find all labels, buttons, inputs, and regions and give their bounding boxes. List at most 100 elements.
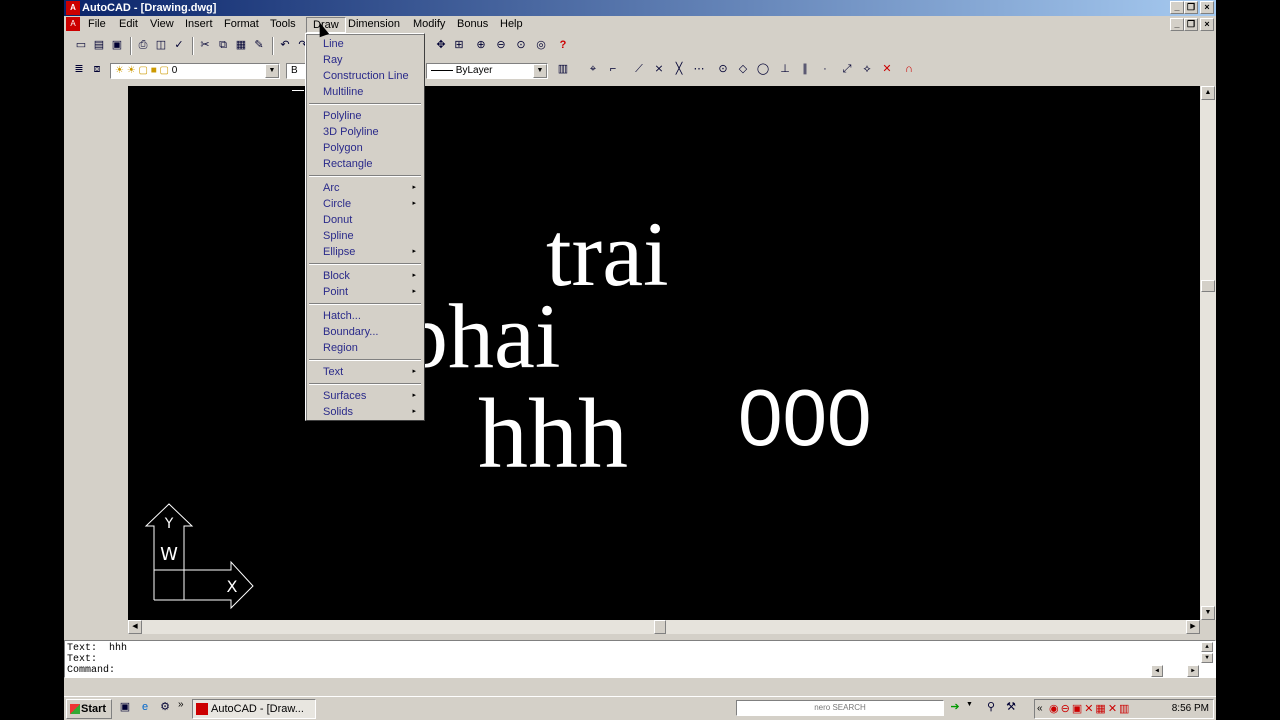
draw-menu-item-ray[interactable]: Ray (308, 52, 422, 68)
save-icon[interactable]: ▣ (108, 37, 126, 55)
horizontal-scrollbar[interactable]: ◀ ▶ (128, 620, 1200, 634)
vertical-scroll-thumb[interactable] (1201, 280, 1215, 292)
snap-perpendicular-icon[interactable]: ⊥ (776, 61, 794, 79)
snap-settings-icon[interactable]: ∩ (900, 61, 918, 79)
layers-icon[interactable]: ≣ (70, 61, 88, 79)
snap-quick-icon[interactable]: ⟡ (858, 61, 876, 79)
snap-quadrant-icon[interactable]: ◇ (734, 61, 752, 79)
menu-dimension[interactable]: Dimension (342, 17, 406, 33)
spellcheck-icon[interactable]: ✓ (170, 37, 188, 55)
zoom-previous-icon[interactable]: ⊖ (492, 37, 510, 55)
draw-menu-item-multiline[interactable]: Multiline (308, 84, 422, 100)
layer-combo[interactable]: ☀ ☀ ▢ ■ ▢ 0 ▼ (110, 63, 280, 79)
draw-menu-item-arc[interactable]: Arc ▸ (308, 180, 422, 196)
snap-from-icon[interactable]: ⌖ (584, 61, 602, 79)
cmd-scroll-down-icon[interactable]: ▼ (1201, 653, 1213, 663)
cut-icon[interactable]: ✂ (196, 37, 214, 55)
draw-menu-item-donut[interactable]: Donut (308, 212, 422, 228)
draw-menu-item-3d-polyline[interactable]: 3D Polyline (308, 124, 422, 140)
chevron-down-icon[interactable]: ▼ (533, 64, 547, 78)
desktop-icon[interactable]: ▣ (116, 699, 134, 717)
doc-restore-button[interactable]: ❐ (1184, 18, 1198, 31)
lineweight-icon[interactable]: ▥ (554, 61, 572, 79)
copy-icon[interactable]: ⧉ (214, 37, 232, 55)
zoom-realtime-icon[interactable]: ⊕ (472, 37, 490, 55)
drawing-canvas[interactable]: trai phai hhh 000 Y W X (128, 86, 1200, 620)
new-icon[interactable]: ▭ (72, 37, 90, 55)
minimize-button[interactable]: _ (1170, 1, 1184, 14)
paste-icon[interactable]: ▦ (232, 37, 250, 55)
snap-parallel-icon[interactable]: ∥ (796, 61, 814, 79)
chevron-down-icon[interactable]: ▼ (265, 64, 279, 78)
match-properties-icon[interactable]: ✎ (250, 37, 268, 55)
snap-none-icon[interactable]: ✕ (878, 61, 896, 79)
zoom-extents-icon[interactable]: ⊙ (512, 37, 530, 55)
draw-menu-item-region[interactable]: Region (308, 340, 422, 356)
draw-menu-item-rectangle[interactable]: Rectangle (308, 156, 422, 172)
start-button[interactable]: Start (66, 699, 112, 719)
pan-icon[interactable]: ✥ (432, 37, 450, 55)
cmd-scroll-left-icon[interactable]: ◀ (1151, 665, 1163, 677)
menu-insert[interactable]: Insert (179, 17, 219, 33)
make-current-icon[interactable]: ⧈ (88, 61, 106, 79)
scroll-left-icon[interactable]: ◀ (128, 620, 142, 634)
draw-menu-item-hatch[interactable]: Hatch... (308, 308, 422, 324)
scroll-right-icon[interactable]: ▶ (1186, 620, 1200, 634)
go-icon[interactable]: ➔ (946, 699, 964, 717)
text-object-phai[interactable]: phai (402, 290, 560, 382)
text-object-000[interactable]: 000 (738, 378, 871, 458)
cmd-scroll-right-icon[interactable]: ▶ (1187, 665, 1199, 677)
draw-menu-item-spline[interactable]: Spline (308, 228, 422, 244)
doc-close-button[interactable]: × (1200, 18, 1214, 31)
tray-expand-icon[interactable]: « (1037, 703, 1043, 714)
menu-bonus[interactable]: Bonus (451, 17, 494, 33)
menu-modify[interactable]: Modify (407, 17, 451, 33)
snap-tangent-icon[interactable]: ◯ (754, 61, 772, 79)
quicklaunch-icon[interactable]: ⚙ (156, 699, 174, 717)
draw-menu-item-polygon[interactable]: Polygon (308, 140, 422, 156)
menu-file[interactable]: File (82, 17, 112, 33)
snap-node-icon[interactable]: · (816, 61, 834, 79)
menu-help[interactable]: Help (494, 17, 529, 33)
text-object-hhh[interactable]: hhh (478, 384, 628, 484)
draw-menu-item-polyline[interactable]: Polyline (308, 108, 422, 124)
snap-endpoint-icon[interactable]: ⌐ (604, 61, 622, 79)
menu-edit[interactable]: Edit (113, 17, 144, 33)
horizontal-scroll-thumb[interactable] (654, 620, 666, 634)
vertical-scrollbar[interactable]: ▲ ▼ (1200, 86, 1216, 620)
scroll-down-icon[interactable]: ▼ (1201, 606, 1215, 620)
menu-format[interactable]: Format (218, 17, 265, 33)
restore-button[interactable]: ❐ (1184, 1, 1198, 14)
print-icon[interactable]: ⎙ (134, 37, 152, 55)
snap-midpoint-icon[interactable]: ⟋ (630, 61, 648, 79)
snap-intersection-icon[interactable]: ⨯ (650, 61, 668, 79)
taskbar-autocad-button[interactable]: AutoCAD - [Draw... (192, 699, 316, 719)
undo-icon[interactable]: ↶ (276, 37, 294, 55)
quicklaunch-more-icon[interactable]: » (178, 699, 184, 710)
help-icon[interactable]: ? (554, 37, 572, 55)
draw-menu-item-construction-line[interactable]: Construction Line (308, 68, 422, 84)
snap-apparent-icon[interactable]: ╳ (670, 61, 688, 79)
cmd-scroll-up-icon[interactable]: ▲ (1201, 642, 1213, 652)
draw-menu-item-text[interactable]: Text ▸ (308, 364, 422, 380)
zoom-all-icon[interactable]: ◎ (532, 37, 550, 55)
draw-menu-item-surfaces[interactable]: Surfaces ▸ (308, 388, 422, 404)
command-window[interactable]: Text: hhh Text: Command: ▲ ▼ ◀ ▶ (64, 640, 1216, 678)
close-button[interactable]: × (1200, 1, 1214, 14)
draw-menu-item-point[interactable]: Point ▸ (308, 284, 422, 300)
snap-nearest-icon[interactable]: ⤢ (838, 61, 856, 79)
command-prompt[interactable]: Command: (67, 665, 115, 676)
text-object-trai[interactable]: trai (546, 208, 669, 300)
linetype-combo[interactable]: ByLayer ▼ (426, 63, 548, 79)
menu-tools[interactable]: Tools (264, 17, 302, 33)
document-icon[interactable]: A (66, 17, 80, 31)
snap-center-icon[interactable]: ⊙ (714, 61, 732, 79)
tray-icons[interactable]: ◉⊖▣✕▦✕▥ (1049, 702, 1131, 715)
scroll-up-icon[interactable]: ▲ (1201, 86, 1215, 100)
ie-icon[interactable]: e (136, 699, 154, 717)
preview-icon[interactable]: ◫ (152, 37, 170, 55)
draw-menu-item-line[interactable]: Line (308, 36, 422, 52)
draw-menu-item-solids[interactable]: Solids ▸ (308, 404, 422, 420)
tray-tool-icon[interactable]: ⚒ (1002, 699, 1020, 717)
tray-link-icon[interactable]: ⚲ (982, 699, 1000, 717)
